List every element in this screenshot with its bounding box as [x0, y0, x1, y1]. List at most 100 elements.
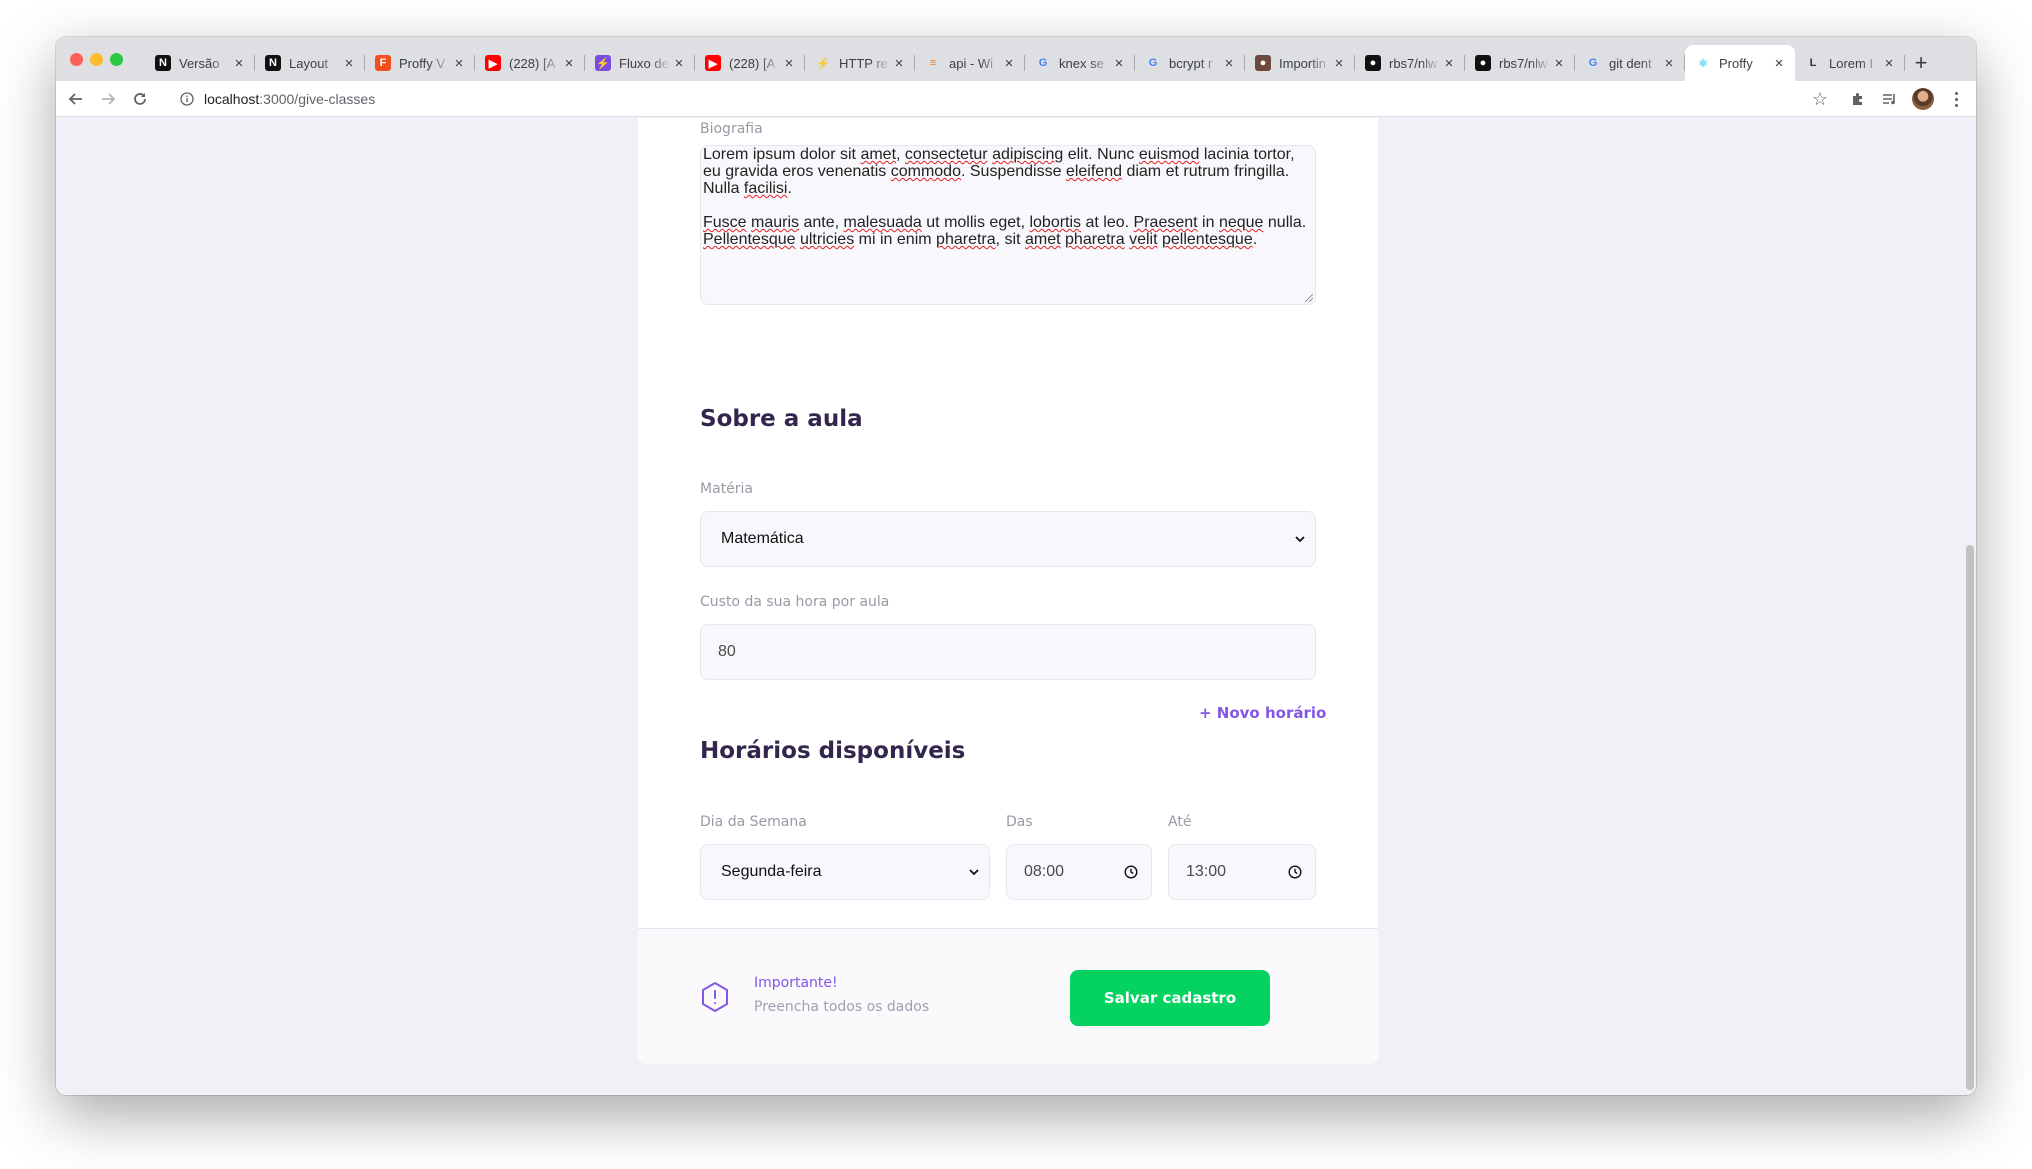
close-tab-icon[interactable]: × — [1661, 55, 1677, 72]
tab-title: api - Wi — [949, 55, 994, 71]
to-label: Até — [1168, 814, 1192, 830]
subject-label: Matéria — [700, 481, 753, 497]
bookmark-star-icon[interactable]: ☆ — [1808, 87, 1832, 111]
schedule-title: Horários disponíveis — [700, 738, 966, 764]
close-tab-icon[interactable]: × — [1441, 55, 1457, 72]
tab-title: (228) [A — [729, 55, 776, 71]
tab-title: Versão — [179, 55, 220, 71]
close-tab-icon[interactable]: × — [891, 55, 907, 72]
tab-title: Lorem I — [1829, 55, 1874, 71]
media-queue-icon[interactable] — [1878, 87, 1902, 111]
cost-label: Custo da sua hora por aula — [700, 594, 890, 610]
close-window-button[interactable] — [70, 53, 83, 66]
warning-icon — [700, 981, 730, 1013]
browser-tab[interactable]: ▶ (228) [A × — [695, 45, 805, 81]
address-bar[interactable]: localhost:3000/give-classes — [166, 85, 1886, 113]
about-class-title: Sobre a aula — [700, 406, 863, 432]
close-tab-icon[interactable]: × — [1771, 55, 1787, 72]
avatar-icon: ● — [1255, 55, 1271, 71]
close-tab-icon[interactable]: × — [341, 55, 357, 72]
bio-label: Biografia — [700, 121, 763, 137]
tab-title: Proffy — [1719, 55, 1753, 71]
minimize-window-button[interactable] — [90, 53, 103, 66]
github-icon: ● — [1475, 55, 1491, 71]
back-arrow-icon[interactable] — [64, 87, 88, 111]
google-icon: G — [1588, 57, 1598, 69]
close-tab-icon[interactable]: × — [1111, 55, 1127, 72]
tab-title: bcrypt r — [1169, 55, 1213, 71]
tab-title: Fluxo de — [619, 55, 669, 71]
browser-tab[interactable]: ● rbs7/nlw × — [1355, 45, 1465, 81]
site-info-icon[interactable] — [178, 90, 196, 108]
to-time-input[interactable]: 13:00 — [1168, 844, 1316, 900]
close-tab-icon[interactable]: × — [1221, 55, 1237, 72]
browser-tab[interactable]: ⚡ HTTP re × — [805, 45, 915, 81]
close-tab-icon[interactable]: × — [561, 55, 577, 72]
figma-icon: F — [375, 55, 391, 71]
profile-avatar[interactable] — [1912, 88, 1934, 110]
browser-tab[interactable]: ● rbs7/nlw × — [1465, 45, 1575, 81]
close-tab-icon[interactable]: × — [1551, 55, 1567, 72]
form-footer: Importante! Preencha todos os dados Salv… — [638, 928, 1378, 1064]
resize-handle-icon[interactable] — [1305, 294, 1313, 302]
page-scrollbar[interactable] — [1964, 118, 1976, 1095]
google-icon: G — [1148, 57, 1158, 69]
scrollbar-thumb[interactable] — [1966, 545, 1974, 1090]
browser-tab[interactable]: ▶ (228) [A × — [475, 45, 585, 81]
clock-icon[interactable] — [1111, 865, 1151, 879]
browser-tab[interactable]: N Versão × — [145, 45, 255, 81]
notion-icon: N — [155, 55, 171, 71]
bio-textarea[interactable]: Lorem ipsum dolor sit amet, consectetur … — [700, 145, 1316, 305]
tab-title: HTTP re — [839, 55, 888, 71]
weekday-select[interactable]: Segunda-feira — [700, 844, 990, 900]
browser-tab[interactable]: Ggit dent × — [1575, 45, 1685, 81]
weekday-select-value: Segunda-feira — [721, 863, 822, 880]
tab-strip: N Versão × N Layout × F Proffy V × ▶ (228) [A × ⚡ Flu… — [56, 37, 1976, 81]
google-icon: G — [1038, 57, 1048, 69]
new-schedule-button[interactable]: + Novo horário — [1199, 704, 1326, 722]
url-host: localhost — [204, 91, 260, 107]
url-path: :3000/give-classes — [259, 91, 376, 107]
to-time-value: 13:00 — [1186, 863, 1227, 880]
reload-icon[interactable] — [128, 87, 152, 111]
close-tab-icon[interactable]: × — [1001, 55, 1017, 72]
from-time-input[interactable]: 08:00 — [1006, 844, 1152, 900]
browser-tab[interactable]: ≡ api - Wi × — [915, 45, 1025, 81]
tab-title: Importin — [1279, 55, 1326, 71]
from-label: Das — [1006, 814, 1033, 830]
save-registration-button[interactable]: Salvar cadastro — [1070, 970, 1270, 1026]
browser-window: N Versão × N Layout × F Proffy V × ▶ (228) [A × ⚡ Flu… — [56, 37, 1976, 1095]
browser-tab[interactable]: ⚛ Proffy × — [1685, 45, 1795, 81]
bio-paragraph: Lorem ipsum dolor sit amet, consectetur … — [703, 146, 1295, 197]
browser-tab[interactable]: ● Importin × — [1245, 45, 1355, 81]
extensions-puzzle-icon[interactable] — [1846, 87, 1870, 111]
subject-select[interactable]: Matemática — [700, 511, 1316, 567]
close-tab-icon[interactable]: × — [1881, 55, 1897, 72]
close-tab-icon[interactable]: × — [671, 55, 687, 72]
new-tab-plus-icon[interactable]: + — [1905, 45, 1937, 81]
react-icon: ⚛ — [1698, 57, 1708, 70]
tab-title: (228) [A — [509, 55, 556, 71]
browser-toolbar: localhost:3000/give-classes ☆ — [56, 81, 1976, 117]
browser-menu-icon[interactable] — [1946, 87, 1966, 111]
lipsum-icon: L — [1809, 57, 1817, 69]
tab-title: Layout — [289, 55, 329, 71]
zoom-window-button[interactable] — [110, 53, 123, 66]
browser-tab[interactable]: F Proffy V × — [365, 45, 475, 81]
browser-tab[interactable]: ⚡ Fluxo de × — [585, 45, 695, 81]
browser-tab[interactable]: Gknex se × — [1025, 45, 1135, 81]
forward-arrow-icon[interactable] — [96, 87, 120, 111]
browser-tab[interactable]: Gbcrypt r × — [1135, 45, 1245, 81]
clock-icon[interactable] — [1275, 865, 1315, 879]
weekday-label: Dia da Semana — [700, 814, 807, 830]
browser-tab[interactable]: L Lorem I × — [1795, 45, 1905, 81]
close-tab-icon[interactable]: × — [231, 55, 247, 72]
page-viewport: Biografia Lorem ipsum dolor sit amet, co… — [56, 118, 1976, 1095]
close-tab-icon[interactable]: × — [451, 55, 467, 72]
browser-tab[interactable]: N Layout × — [255, 45, 365, 81]
close-tab-icon[interactable]: × — [781, 55, 797, 72]
from-time-value: 08:00 — [1024, 863, 1065, 880]
cost-input[interactable]: 80 — [700, 624, 1316, 680]
tab-title: rbs7/nlw — [1499, 55, 1548, 71]
close-tab-icon[interactable]: × — [1331, 55, 1347, 72]
